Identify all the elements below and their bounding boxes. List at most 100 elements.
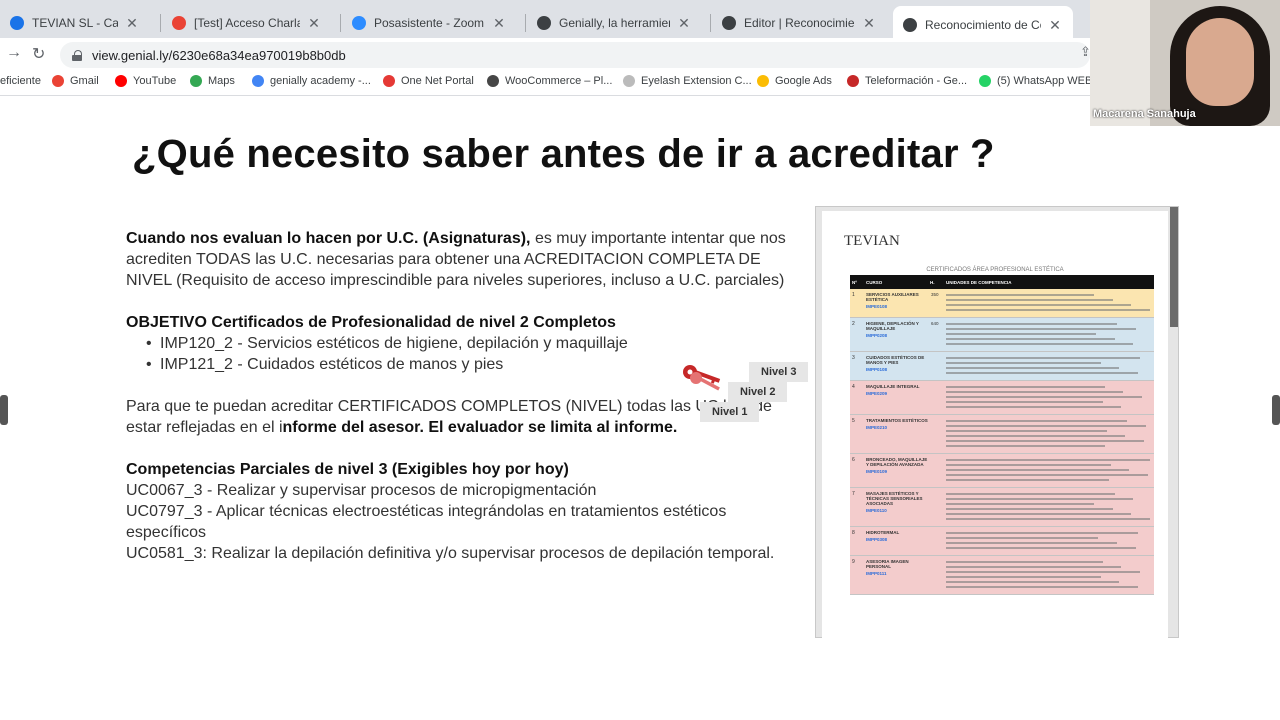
bookmark-item[interactable]: genially academy -... bbox=[252, 75, 371, 87]
text-line bbox=[946, 498, 1134, 500]
tab-title: TEVIAN SL - Calendar - ma bbox=[32, 16, 118, 30]
bookmark-item[interactable]: eficiente bbox=[0, 75, 41, 87]
cell-hours: 640 bbox=[931, 321, 939, 326]
bookmark-item[interactable]: Maps bbox=[190, 75, 235, 87]
bookmark-item[interactable]: Gmail bbox=[52, 75, 99, 87]
document-caption: CERTIFICADOS ÁREA PROFESIONAL ESTÉTICA bbox=[926, 267, 1064, 273]
text-line bbox=[946, 445, 1105, 447]
text-line bbox=[946, 518, 1150, 520]
competencias-heading: Competencias Parciales de nivel 3 (Exigi… bbox=[126, 459, 806, 480]
text-line bbox=[946, 386, 1105, 388]
genially-icon bbox=[903, 18, 917, 32]
table-row: 3 CUIDADOS ESTÉTICOS DE MANOS Y PIES IMPP0… bbox=[850, 352, 1154, 381]
header-curso: CURSO bbox=[866, 279, 883, 285]
close-icon[interactable]: ✕ bbox=[491, 15, 507, 32]
cell-units bbox=[944, 381, 1154, 414]
cell-hours bbox=[930, 527, 944, 555]
cell-hours bbox=[930, 556, 944, 594]
bookmark-label: genially academy -... bbox=[270, 75, 371, 87]
cell-number: 7 bbox=[852, 491, 855, 497]
bookmark-item[interactable]: One Net Portal bbox=[383, 75, 474, 87]
close-icon[interactable]: ✕ bbox=[861, 15, 877, 32]
nivel-3-label: Nivel 3 bbox=[749, 362, 809, 382]
bookmark-item[interactable]: Teleformación - Ge... bbox=[847, 75, 967, 87]
text-line bbox=[946, 391, 1124, 393]
text-line bbox=[946, 372, 1138, 374]
browser-tab[interactable]: Genially, la herramienta par ✕ bbox=[527, 6, 702, 40]
course-code: IMPE0110 bbox=[866, 508, 887, 513]
participant-face bbox=[1186, 18, 1254, 106]
objetivo-heading-text: OBJETIVO Certificados de Profesionalidad… bbox=[126, 314, 616, 331]
tab-title: Reconocimiento de Compe bbox=[925, 18, 1041, 32]
cell-number: 9 bbox=[852, 559, 855, 565]
text-line bbox=[946, 503, 1095, 505]
cell-course: MAQUILLAJE INTEGRAL IMPE0209 bbox=[864, 381, 930, 414]
nivel-1-label: Nivel 1 bbox=[700, 402, 760, 422]
table-row: 7 MASAJES ESTÉTICOS Y TÉCNICAS SENSORIALE… bbox=[850, 488, 1154, 527]
bookmark-item[interactable]: Google Ads bbox=[757, 75, 832, 87]
course-name: ASESORIA IMAGEN PERSONAL bbox=[866, 559, 909, 569]
text-line bbox=[946, 333, 1097, 335]
close-icon[interactable]: ✕ bbox=[1047, 17, 1063, 34]
reload-icon[interactable]: ↻ bbox=[32, 44, 45, 64]
address-bar: → ↻ view.genial.ly/6230e68a34ea970019b8b… bbox=[0, 38, 1280, 70]
text-line bbox=[946, 493, 1115, 495]
prev-slide-handle[interactable] bbox=[0, 395, 8, 425]
text-line bbox=[946, 547, 1136, 549]
next-slide-handle[interactable] bbox=[1272, 395, 1280, 425]
bookmark-label: (5) WhatsApp WEB bbox=[997, 75, 1093, 87]
paragraph-bold-end: nforme del asesor. El evaluador se limit… bbox=[282, 419, 678, 436]
bookmark-item[interactable]: WooCommerce – Pl... bbox=[487, 75, 612, 87]
document-image: TEVIAN CERTIFICADOS ÁREA PROFESIONAL EST… bbox=[815, 206, 1179, 639]
text-line bbox=[946, 474, 1148, 476]
slide-body: Cuando nos evaluan lo hacen por U.C. (As… bbox=[126, 228, 806, 564]
table-row: 6 BRONCEADO, MAQUILLAJE Y DEPILACIÓN AVAN… bbox=[850, 454, 1154, 488]
browser-tab[interactable]: [Test] Acceso Charla Acredi ✕ bbox=[162, 6, 332, 40]
bookmark-label: Eyelash Extension C... bbox=[641, 75, 752, 87]
cell-units bbox=[944, 488, 1154, 526]
table-row: 9 ASESORIA IMAGEN PERSONAL IMPP0111 bbox=[850, 556, 1154, 595]
table-row: 1 SERVICIOS AUXILIARES ESTÉTICA IMPE0108 35… bbox=[850, 289, 1154, 318]
cell-hours bbox=[930, 352, 944, 380]
table-row: 5 TRATAMIENTOS ESTÉTICOS IMPE0210 bbox=[850, 415, 1154, 454]
cell-units bbox=[944, 352, 1154, 380]
text-line bbox=[946, 299, 1113, 301]
text-line bbox=[946, 576, 1101, 578]
bookmark-item[interactable]: Eyelash Extension C... bbox=[623, 75, 752, 87]
certificates-table: Nº CURSO H. UNIDADES DE COMPETENCIA 1 SER… bbox=[850, 275, 1154, 595]
close-icon[interactable]: ✕ bbox=[676, 15, 692, 32]
course-code: IMPP0111 bbox=[866, 571, 887, 576]
document-scrollbar[interactable] bbox=[1170, 207, 1178, 327]
calendar-icon bbox=[10, 16, 24, 30]
close-icon[interactable]: ✕ bbox=[306, 15, 322, 32]
cell-hours bbox=[930, 381, 944, 414]
browser-tab[interactable]: Editor | Reconocimiento de ✕ bbox=[712, 6, 887, 40]
course-name: SERVICIOS AUXILIARES ESTÉTICA bbox=[866, 292, 919, 302]
browser-tab[interactable]: TEVIAN SL - Calendar - ma ✕ bbox=[0, 6, 150, 40]
course-name: TRATAMIENTOS ESTÉTICOS bbox=[866, 418, 928, 423]
forward-arrow-icon[interactable]: → bbox=[6, 44, 22, 62]
bookmark-item[interactable]: YouTube bbox=[115, 75, 176, 87]
text-line bbox=[946, 406, 1122, 408]
text-line bbox=[946, 571, 1140, 573]
loading-icon bbox=[623, 75, 635, 87]
text-line bbox=[946, 464, 1111, 466]
bookmark-item[interactable]: (5) WhatsApp WEB bbox=[979, 75, 1092, 87]
tab-separator bbox=[160, 14, 161, 32]
course-code: IMPE0108 bbox=[866, 304, 888, 309]
keys-icon bbox=[683, 365, 721, 391]
cell-number: 1 bbox=[852, 292, 855, 298]
browser-tab[interactable]: Posasistente - Zoom ✕ bbox=[342, 6, 517, 40]
slide-canvas: ¿Qué necesito saber antes de ir a acredi… bbox=[0, 97, 1280, 720]
gva-icon bbox=[847, 75, 859, 87]
course-code: IMPE0210 bbox=[866, 425, 888, 430]
tab-title: [Test] Acceso Charla Acredi bbox=[194, 16, 300, 30]
text-line bbox=[946, 479, 1109, 481]
tab-separator bbox=[525, 14, 526, 32]
course-name: HIDROTERMAL bbox=[866, 530, 900, 535]
course-name: HIGIENE, DEPILACIÓN Y MAQUILLAJE bbox=[866, 321, 919, 331]
close-icon[interactable]: ✕ bbox=[124, 15, 140, 32]
url-field[interactable]: view.genial.ly/6230e68a34ea970019b8b0db bbox=[60, 42, 1090, 68]
text-line bbox=[946, 425, 1146, 427]
objetivo-item-text: IMP121_2 - Cuidados estéticos de manos y… bbox=[160, 356, 504, 373]
